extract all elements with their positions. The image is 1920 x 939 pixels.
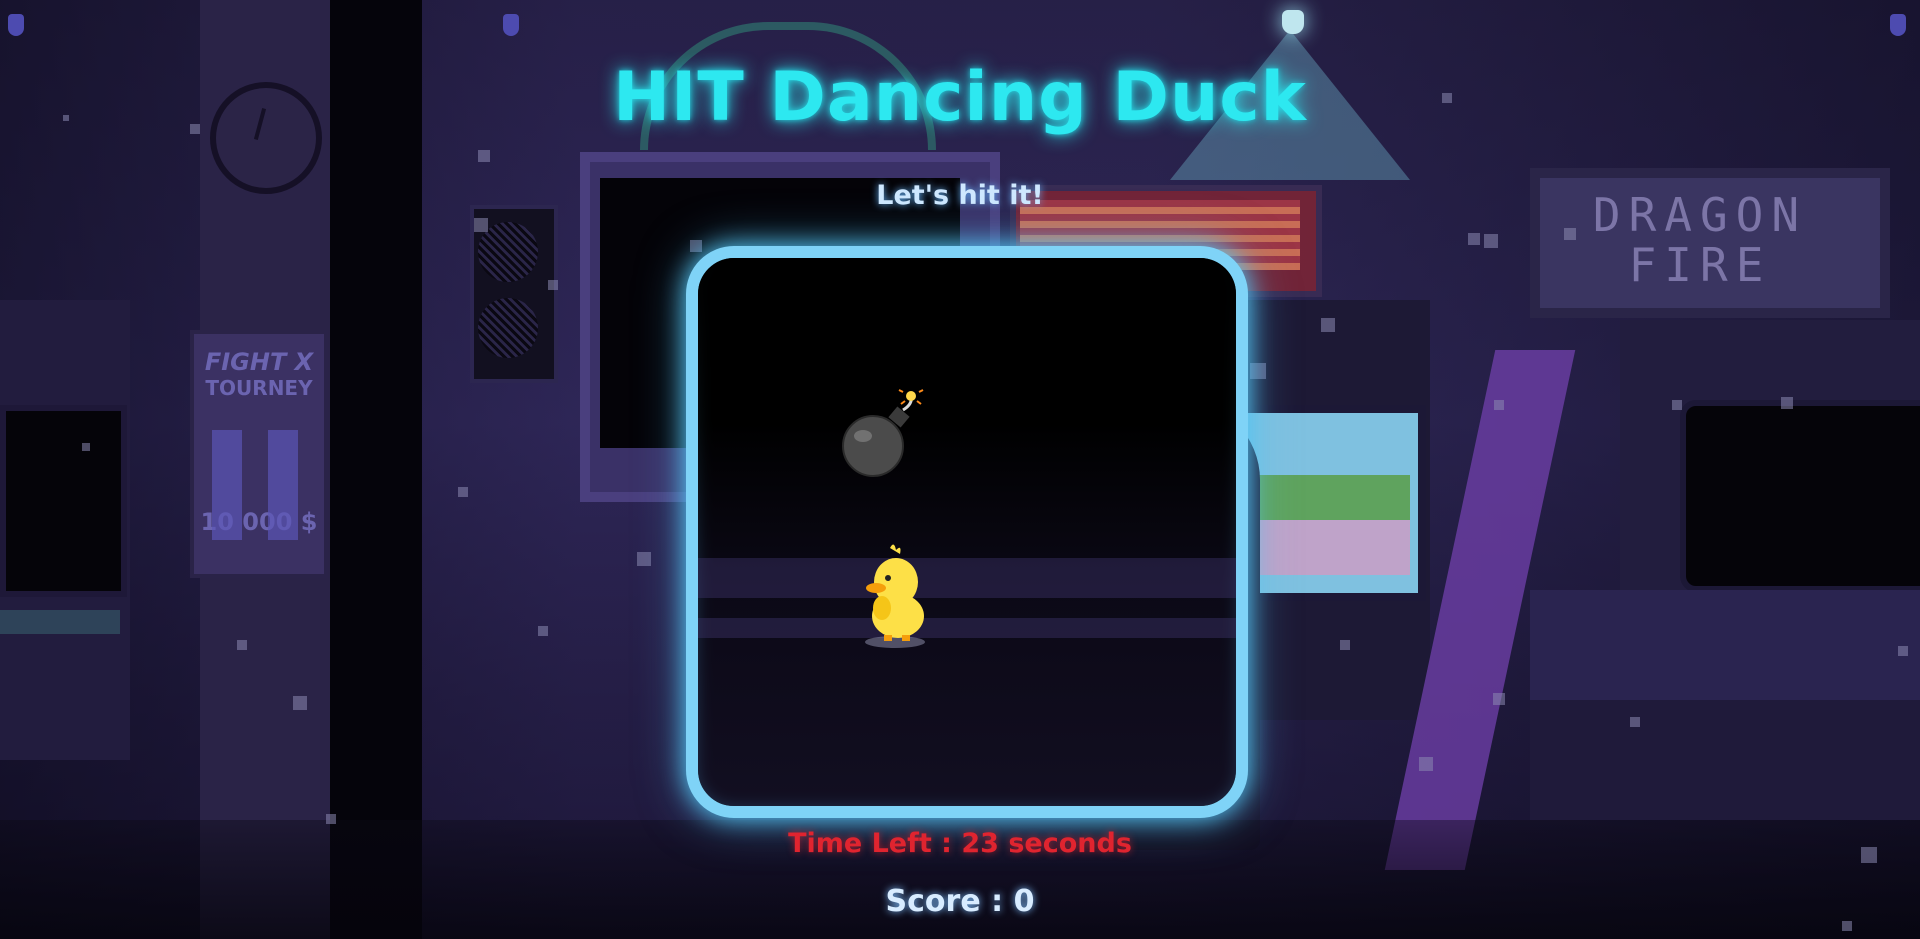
control-panel-base (1530, 700, 1920, 820)
speaker-cone (478, 298, 538, 358)
poster-title: FIGHT X (204, 348, 314, 376)
ceiling-lamp (8, 14, 24, 36)
duck-icon[interactable] (860, 542, 930, 648)
snow-particle (82, 443, 90, 451)
board-bg-strip (698, 618, 1236, 638)
snow-particle (1419, 757, 1433, 771)
score-label: Score : (885, 884, 1014, 919)
snow-particle (1842, 921, 1852, 931)
game-screen-grass (1248, 475, 1410, 520)
time-left-unit: seconds (998, 828, 1132, 859)
ceiling-lamp (1890, 14, 1906, 36)
board-bg-strip (698, 558, 1236, 598)
snow-particle (458, 487, 468, 497)
snow-particle (1484, 234, 1498, 248)
snow-particle (1672, 400, 1682, 410)
poster-subtitle: TOURNEY (205, 376, 313, 400)
snow-particle (478, 150, 490, 162)
snow-particle (1630, 717, 1640, 727)
game-board[interactable] (686, 246, 1248, 818)
snow-particle (1468, 233, 1480, 245)
bomb-icon[interactable] (833, 388, 925, 480)
game-title: HIT Dancing Duck (613, 58, 1307, 137)
snow-particle (1494, 400, 1504, 410)
left-cabinet-bar (0, 610, 120, 634)
snow-particle (293, 696, 307, 710)
score-display: Score : 0 (0, 884, 1920, 919)
snow-particle (474, 218, 488, 232)
snow-particle (1564, 228, 1576, 240)
game-screen-ground (1248, 520, 1410, 575)
tourney-poster: FIGHT X TOURNEY 10 000 $ (190, 330, 328, 578)
snow-particle (237, 640, 247, 650)
game-subtitle: Let's hit it! (876, 180, 1044, 211)
time-left-label: Time Left : (788, 828, 962, 859)
far-right-cabinet-screen (1680, 400, 1920, 592)
time-left-display: Time Left : 23 seconds (0, 828, 1920, 859)
poster-column (212, 430, 242, 540)
snow-particle (538, 626, 548, 636)
snow-particle (1321, 318, 1335, 332)
poster-column (268, 430, 298, 540)
snow-particle (1250, 363, 1266, 379)
time-left-value: 23 (961, 828, 999, 859)
snow-particle (1340, 640, 1350, 650)
snow-particle (690, 240, 702, 252)
snow-particle (326, 814, 336, 824)
snow-particle (1781, 397, 1793, 409)
score-value: 0 (1013, 884, 1035, 919)
ceiling-lamp (1282, 10, 1304, 34)
dark-pillar (330, 0, 422, 939)
snow-particle (548, 280, 558, 290)
snow-particle (1898, 646, 1908, 656)
left-cabinet-screen (0, 405, 127, 597)
ceiling-lamp (503, 14, 519, 36)
board-background (698, 258, 1236, 806)
snow-particle (637, 552, 651, 566)
snow-particle (1493, 693, 1505, 705)
control-panel (1530, 590, 1920, 700)
